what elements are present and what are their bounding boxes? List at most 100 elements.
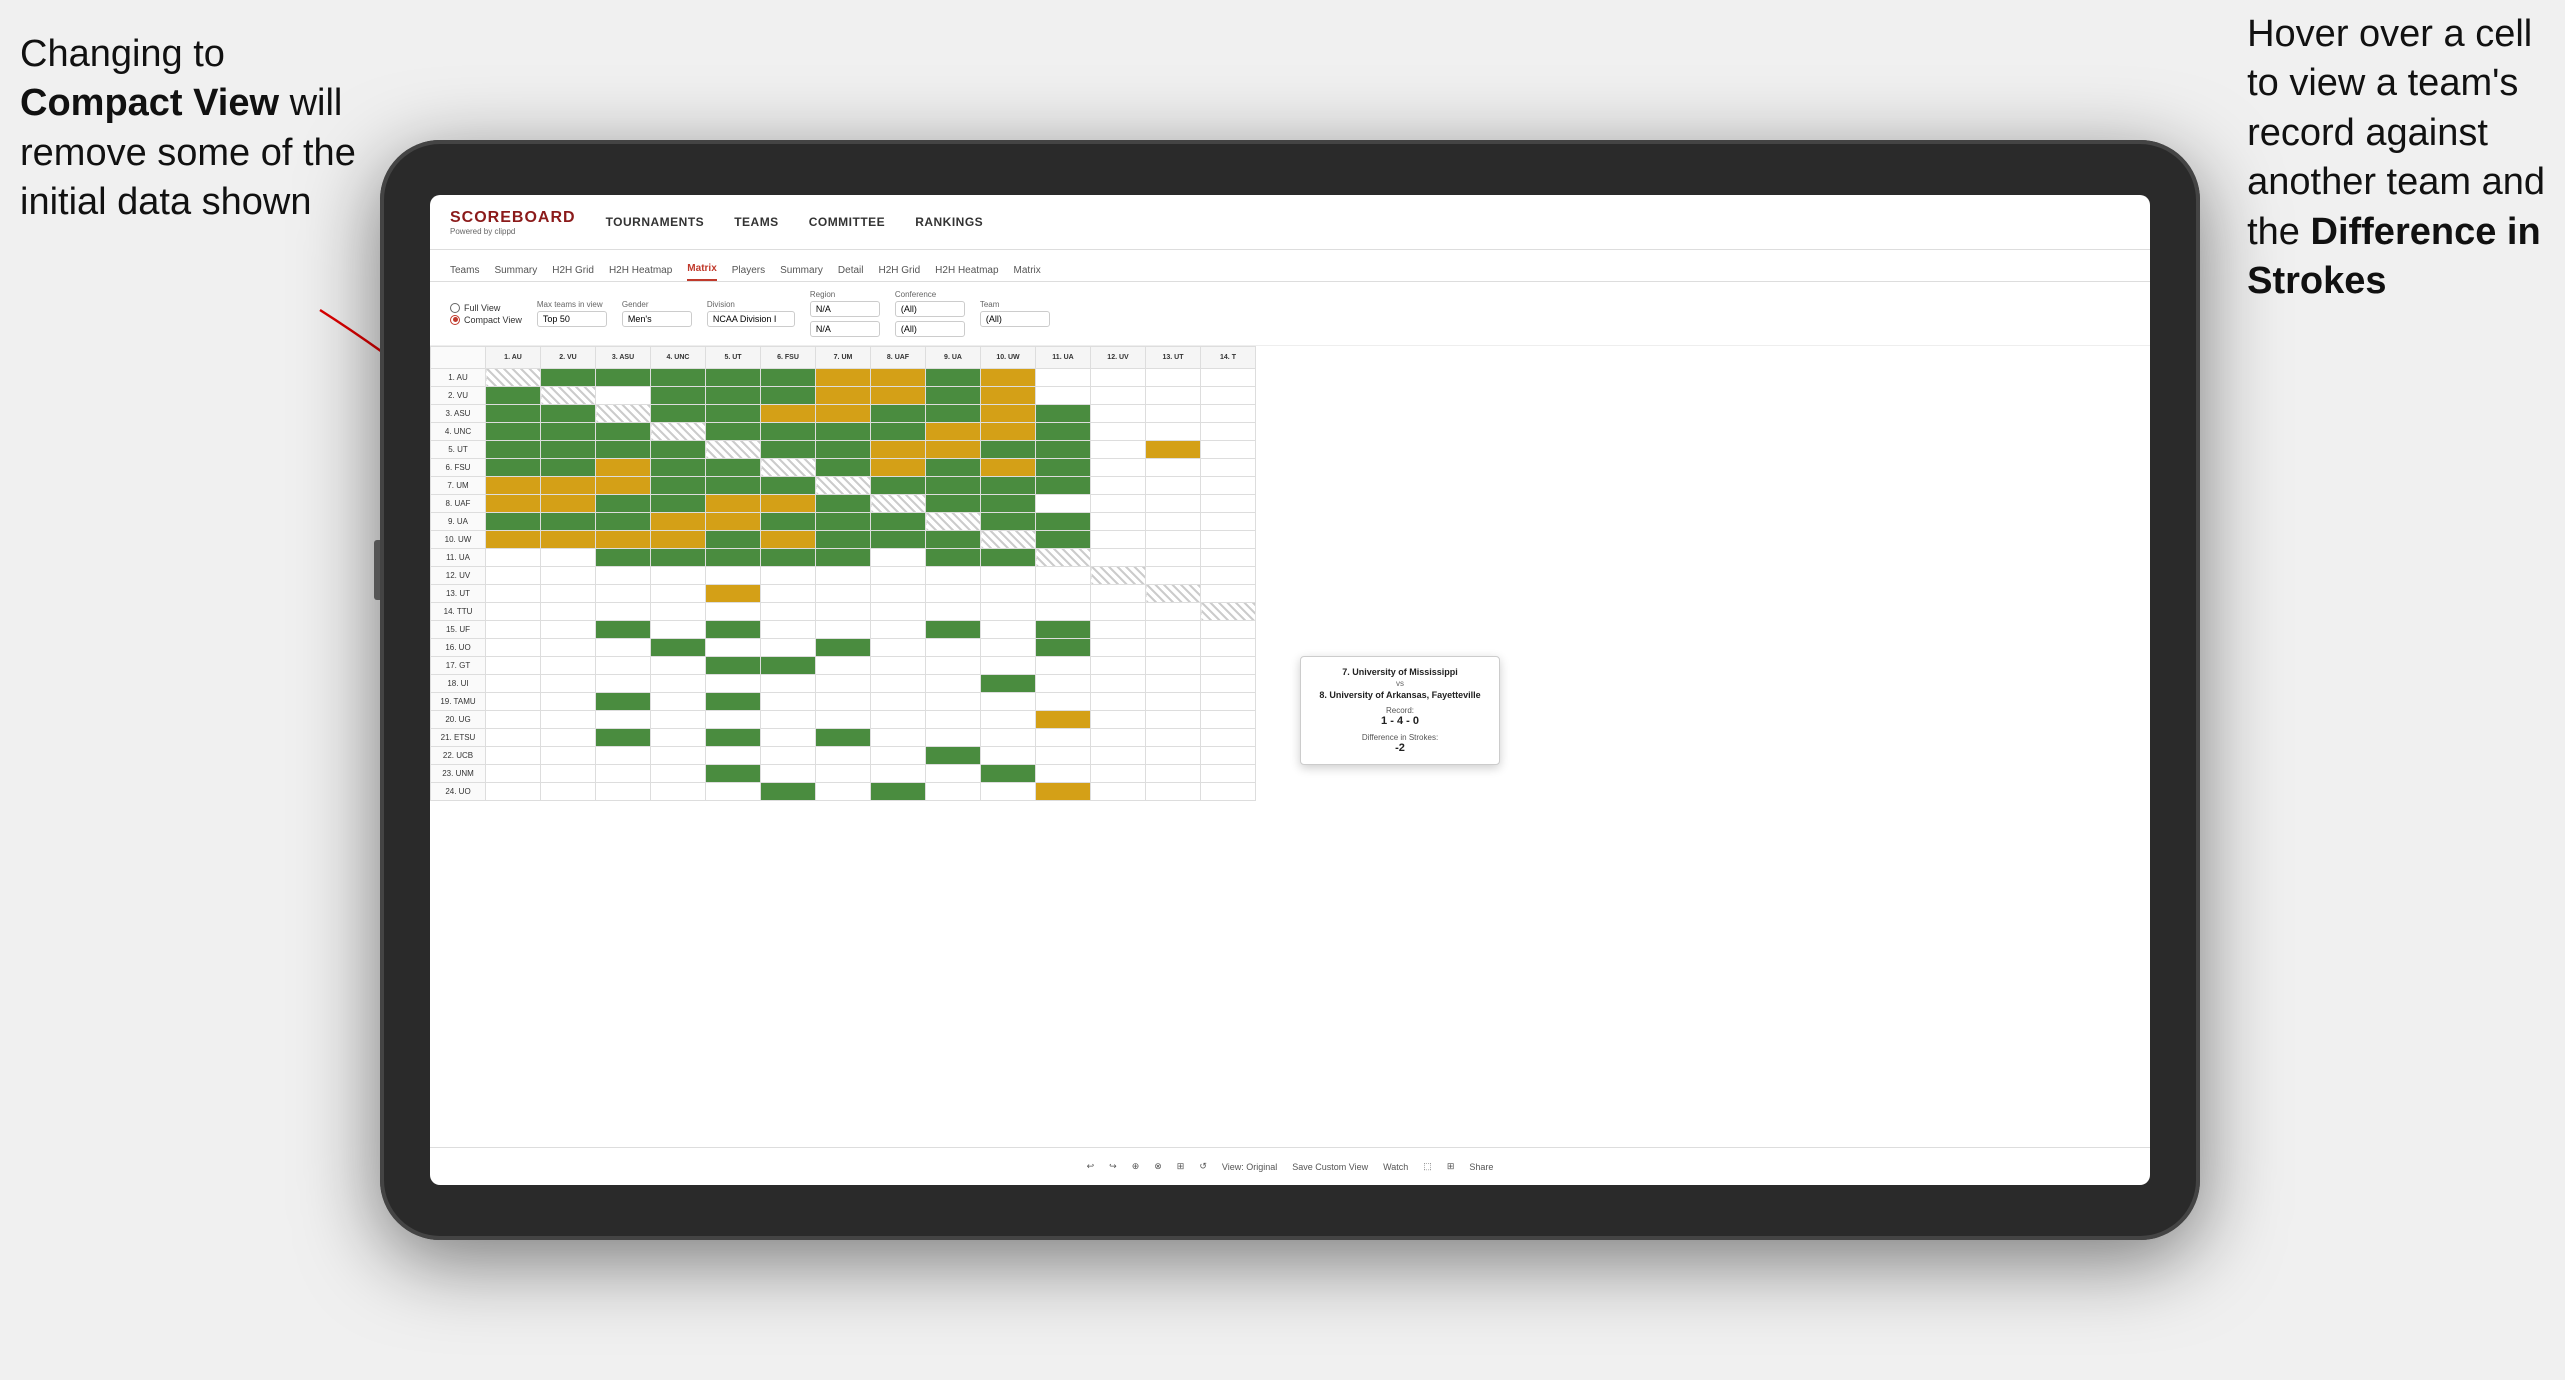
matrix-cell[interactable]	[816, 585, 871, 603]
matrix-cell[interactable]	[981, 513, 1036, 531]
matrix-cell[interactable]	[1201, 531, 1256, 549]
matrix-cell[interactable]	[981, 765, 1036, 783]
matrix-cell[interactable]	[1036, 711, 1091, 729]
matrix-cell[interactable]	[651, 387, 706, 405]
matrix-cell[interactable]	[651, 477, 706, 495]
matrix-cell[interactable]	[816, 693, 871, 711]
matrix-cell[interactable]	[761, 459, 816, 477]
matrix-cell[interactable]	[706, 387, 761, 405]
matrix-cell[interactable]	[1201, 441, 1256, 459]
matrix-cell[interactable]	[871, 585, 926, 603]
tab-players[interactable]: Players	[732, 265, 765, 281]
matrix-cell[interactable]	[706, 477, 761, 495]
matrix-cell[interactable]	[926, 405, 981, 423]
matrix-cell[interactable]	[1146, 441, 1201, 459]
matrix-cell[interactable]	[871, 531, 926, 549]
matrix-cell[interactable]	[541, 567, 596, 585]
matrix-cell[interactable]	[871, 765, 926, 783]
matrix-cell[interactable]	[1091, 639, 1146, 657]
matrix-cell[interactable]	[651, 621, 706, 639]
matrix-cell[interactable]	[651, 405, 706, 423]
matrix-cell[interactable]	[1146, 369, 1201, 387]
matrix-cell[interactable]	[816, 477, 871, 495]
matrix-cell[interactable]	[1036, 585, 1091, 603]
matrix-cell[interactable]	[706, 585, 761, 603]
matrix-cell[interactable]	[926, 657, 981, 675]
matrix-cell[interactable]	[541, 621, 596, 639]
matrix-cell[interactable]	[871, 639, 926, 657]
matrix-cell[interactable]	[1201, 711, 1256, 729]
matrix-cell[interactable]	[596, 711, 651, 729]
matrix-cell[interactable]	[926, 621, 981, 639]
matrix-cell[interactable]	[651, 459, 706, 477]
matrix-cell[interactable]	[871, 513, 926, 531]
nav-teams[interactable]: TEAMS	[734, 215, 779, 229]
matrix-cell[interactable]	[541, 531, 596, 549]
matrix-cell[interactable]	[816, 459, 871, 477]
matrix-cell[interactable]	[541, 747, 596, 765]
matrix-cell[interactable]	[651, 783, 706, 801]
matrix-cell[interactable]	[596, 639, 651, 657]
matrix-cell[interactable]	[926, 387, 981, 405]
matrix-cell[interactable]	[816, 675, 871, 693]
matrix-cell[interactable]	[1091, 477, 1146, 495]
matrix-cell[interactable]	[541, 459, 596, 477]
matrix-cell[interactable]	[1091, 441, 1146, 459]
matrix-cell[interactable]	[926, 747, 981, 765]
matrix-cell[interactable]	[596, 693, 651, 711]
matrix-cell[interactable]	[816, 765, 871, 783]
matrix-cell[interactable]	[816, 369, 871, 387]
matrix-cell[interactable]	[1201, 729, 1256, 747]
matrix-cell[interactable]	[706, 531, 761, 549]
watch-button[interactable]: Watch	[1383, 1162, 1408, 1172]
matrix-cell[interactable]	[486, 693, 541, 711]
matrix-cell[interactable]	[706, 675, 761, 693]
matrix-cell[interactable]	[926, 531, 981, 549]
matrix-cell[interactable]	[926, 711, 981, 729]
matrix-cell[interactable]	[1201, 603, 1256, 621]
matrix-cell[interactable]	[596, 729, 651, 747]
matrix-cell[interactable]	[486, 585, 541, 603]
matrix-cell[interactable]	[706, 729, 761, 747]
matrix-cell[interactable]	[761, 765, 816, 783]
team-select[interactable]: (All)	[980, 311, 1050, 327]
matrix-cell[interactable]	[981, 675, 1036, 693]
matrix-cell[interactable]	[981, 585, 1036, 603]
matrix-cell[interactable]	[596, 549, 651, 567]
division-select[interactable]: NCAA Division I	[707, 311, 795, 327]
matrix-cell[interactable]	[706, 747, 761, 765]
matrix-cell[interactable]	[1146, 549, 1201, 567]
matrix-cell[interactable]	[1091, 783, 1146, 801]
matrix-cell[interactable]	[926, 549, 981, 567]
matrix-cell[interactable]	[871, 657, 926, 675]
matrix-cell[interactable]	[1146, 657, 1201, 675]
matrix-cell[interactable]	[926, 513, 981, 531]
matrix-cell[interactable]	[816, 531, 871, 549]
matrix-cell[interactable]	[1091, 657, 1146, 675]
matrix-cell[interactable]	[1201, 567, 1256, 585]
matrix-cell[interactable]	[706, 603, 761, 621]
matrix-cell[interactable]	[1091, 711, 1146, 729]
matrix-cell[interactable]	[486, 513, 541, 531]
matrix-cell[interactable]	[761, 783, 816, 801]
matrix-cell[interactable]	[596, 459, 651, 477]
matrix-cell[interactable]	[871, 459, 926, 477]
matrix-cell[interactable]	[1146, 459, 1201, 477]
matrix-cell[interactable]	[706, 369, 761, 387]
tab-matrix[interactable]: Matrix	[687, 263, 716, 281]
matrix-cell[interactable]	[981, 711, 1036, 729]
matrix-cell[interactable]	[596, 675, 651, 693]
matrix-cell[interactable]	[871, 477, 926, 495]
matrix-cell[interactable]	[926, 495, 981, 513]
matrix-cell[interactable]	[761, 387, 816, 405]
matrix-cell[interactable]	[981, 621, 1036, 639]
nav-tournaments[interactable]: TOURNAMENTS	[606, 215, 705, 229]
matrix-cell[interactable]	[651, 747, 706, 765]
matrix-cell[interactable]	[981, 369, 1036, 387]
matrix-cell[interactable]	[1146, 621, 1201, 639]
matrix-area[interactable]: 1. AU 2. VU 3. ASU 4. UNC 5. UT 6. FSU 7…	[430, 346, 2150, 1147]
matrix-cell[interactable]	[486, 711, 541, 729]
matrix-cell[interactable]	[541, 495, 596, 513]
matrix-cell[interactable]	[871, 603, 926, 621]
matrix-cell[interactable]	[816, 657, 871, 675]
